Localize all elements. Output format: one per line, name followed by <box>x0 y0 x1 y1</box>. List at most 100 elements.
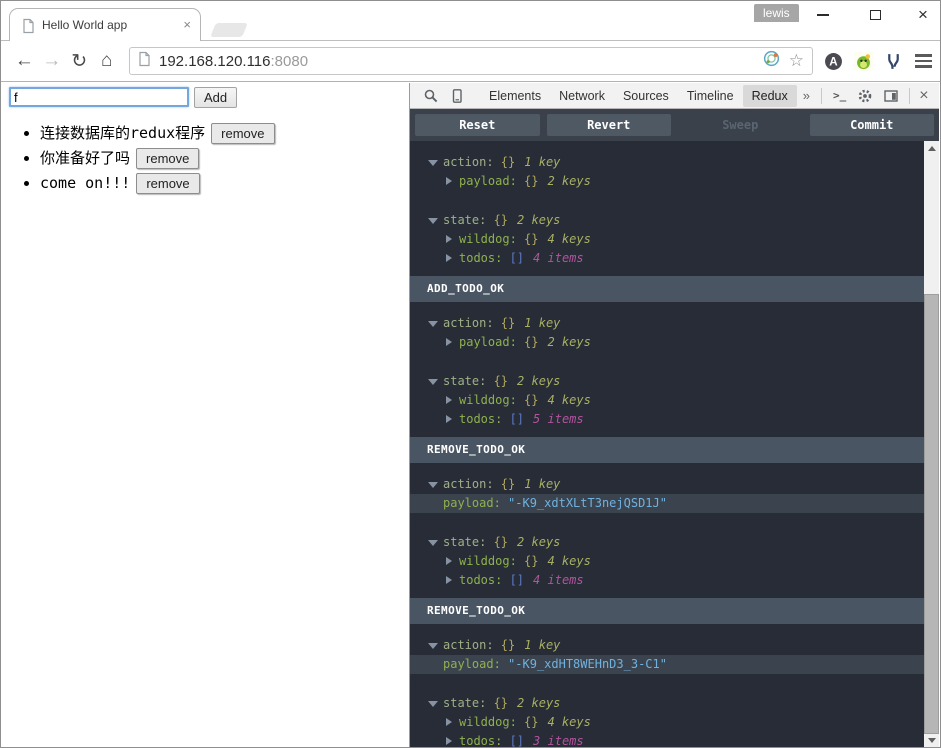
back-button[interactable]: ← <box>13 50 36 72</box>
new-tab-button[interactable] <box>210 23 248 37</box>
tree-row[interactable]: todos: [] 4 items <box>410 571 924 590</box>
tree-count: 2 keys <box>547 174 591 188</box>
devtools-close-icon[interactable]: × <box>919 87 928 105</box>
expand-arrow-icon[interactable] <box>446 576 452 584</box>
home-button[interactable]: ⌂ <box>96 50 119 72</box>
collapse-arrow-icon[interactable] <box>428 321 438 327</box>
tree-row[interactable]: todos: [] 5 items <box>410 410 924 429</box>
remove-todo-button[interactable]: remove <box>211 123 275 144</box>
tree-row[interactable]: state: {} 2 keys <box>410 372 924 391</box>
tree-row[interactable]: wilddog: {} 4 keys <box>410 391 924 410</box>
browser-menu-icon[interactable] <box>915 54 932 68</box>
expand-arrow-icon[interactable] <box>446 415 452 423</box>
todo-input[interactable] <box>9 87 189 107</box>
collapse-arrow-icon[interactable] <box>428 379 438 385</box>
action-type-header[interactable]: ADD_TODO_OK <box>410 276 924 302</box>
expand-arrow-icon[interactable] <box>446 235 452 243</box>
collapse-arrow-icon[interactable] <box>428 643 438 649</box>
collapse-arrow-icon[interactable] <box>428 160 438 166</box>
address-bar[interactable]: 192.168.120.116:8080 ☆ <box>129 47 813 75</box>
expand-arrow-icon[interactable] <box>446 557 452 565</box>
collapse-arrow-icon[interactable] <box>428 701 438 707</box>
reload-button[interactable]: ↻ <box>68 50 91 73</box>
tree-key: todos: <box>459 573 503 587</box>
scroll-up-arrow[interactable] <box>924 141 939 156</box>
expand-arrow-icon[interactable] <box>446 396 452 404</box>
tree-row[interactable]: wilddog: {} 4 keys <box>410 713 924 732</box>
inspect-element-icon[interactable] <box>423 88 439 104</box>
tree-row[interactable]: action: {} 1 key <box>410 475 924 494</box>
tree-row[interactable]: payload: "-K9_xdtXLtT3nejQSD1J" <box>410 494 924 513</box>
device-toolbar-icon[interactable] <box>449 88 465 104</box>
console-drawer-icon[interactable]: >_ <box>833 89 846 102</box>
devtools-divider[interactable] <box>409 83 410 747</box>
dock-side-icon[interactable] <box>883 88 899 104</box>
svg-text:A: A <box>829 55 838 68</box>
angular-extension-icon[interactable]: A <box>824 52 843 71</box>
revert-button[interactable]: Revert <box>546 114 671 136</box>
tabs-overflow-icon[interactable]: » <box>797 88 816 103</box>
devtools-tab-sources[interactable]: Sources <box>614 85 678 107</box>
tree-row[interactable]: state: {} 2 keys <box>410 694 924 713</box>
expand-arrow-icon[interactable] <box>446 737 452 745</box>
tree-key: todos: <box>459 734 503 747</box>
tree-row[interactable]: action: {} 1 key <box>410 636 924 655</box>
tree-key: state: <box>443 696 487 710</box>
tree-row[interactable]: payload: {} 2 keys <box>410 172 924 191</box>
minimize-button[interactable] <box>801 1 845 29</box>
tree-bracket: [] <box>502 412 525 426</box>
tree-row[interactable]: wilddog: {} 4 keys <box>410 230 924 249</box>
bookmark-star-icon[interactable]: ☆ <box>789 51 804 71</box>
devtools-tab-network[interactable]: Network <box>550 85 614 107</box>
add-button[interactable]: Add <box>194 87 238 108</box>
tree-row[interactable]: payload: "-K9_xdHT8WEHnD3_3-C1" <box>410 655 924 674</box>
window-close-button[interactable]: × <box>901 1 940 29</box>
reset-button[interactable]: Reset <box>415 114 540 136</box>
scrollbar-thumb[interactable] <box>924 294 939 734</box>
redux-devtools-icon[interactable] <box>762 49 781 73</box>
wilddog-extension-icon[interactable] <box>854 51 873 71</box>
tree-row[interactable]: state: {} 2 keys <box>410 211 924 230</box>
tree-row[interactable]: action: {} 1 key <box>410 314 924 333</box>
tree-row[interactable]: todos: [] 3 items <box>410 732 924 747</box>
forward-button[interactable]: → <box>41 50 64 72</box>
tree-count: 4 keys <box>547 232 591 246</box>
tree-entry: payload: {} 2 keys <box>410 172 591 191</box>
scrollbar[interactable] <box>924 141 939 747</box>
collapse-arrow-icon[interactable] <box>428 218 438 224</box>
scroll-down-arrow[interactable] <box>924 732 939 747</box>
expand-arrow-icon[interactable] <box>446 254 452 262</box>
expand-arrow-icon[interactable] <box>446 718 452 726</box>
action-type-header[interactable]: REMOVE_TODO_OK <box>410 437 924 463</box>
devtools-tab-redux[interactable]: Redux <box>742 84 797 107</box>
expand-arrow-icon[interactable] <box>446 338 452 346</box>
collapse-arrow-icon[interactable] <box>428 482 438 488</box>
url-text[interactable]: 192.168.120.116:8080 <box>159 53 308 70</box>
expand-arrow-icon[interactable] <box>446 177 452 185</box>
tree-row[interactable]: action: {} 1 key <box>410 153 924 172</box>
tree-row[interactable]: state: {} 2 keys <box>410 533 924 552</box>
devtools-tab-elements[interactable]: Elements <box>480 85 550 107</box>
commit-button[interactable]: Commit <box>809 114 934 136</box>
todo-item: come on!!! remove <box>40 173 409 194</box>
browser-tab[interactable]: Hello World app × <box>9 8 201 41</box>
tree-row[interactable]: todos: [] 4 items <box>410 249 924 268</box>
maximize-button[interactable] <box>853 1 897 29</box>
tree-key: payload: <box>459 335 517 349</box>
remove-todo-button[interactable]: remove <box>136 173 200 194</box>
collapse-arrow-icon[interactable] <box>428 540 438 546</box>
action-type-header[interactable]: REMOVE_TODO_OK <box>410 598 924 624</box>
profile-badge[interactable]: lewis <box>754 4 799 22</box>
tree-row[interactable]: wilddog: {} 4 keys <box>410 552 924 571</box>
tree-count: 4 items <box>533 251 584 265</box>
tree-row[interactable]: payload: {} 2 keys <box>410 333 924 352</box>
tree-gap <box>410 513 924 533</box>
tree-bracket: [] <box>502 573 525 587</box>
tree-bracket: {} <box>493 155 516 169</box>
fork-extension-icon[interactable] <box>884 52 903 71</box>
tab-close-icon[interactable]: × <box>183 17 191 32</box>
remove-todo-button[interactable]: remove <box>136 148 200 169</box>
tree-key: wilddog: <box>459 715 517 729</box>
settings-gear-icon[interactable] <box>857 88 873 104</box>
devtools-tab-timeline[interactable]: Timeline <box>678 85 743 107</box>
